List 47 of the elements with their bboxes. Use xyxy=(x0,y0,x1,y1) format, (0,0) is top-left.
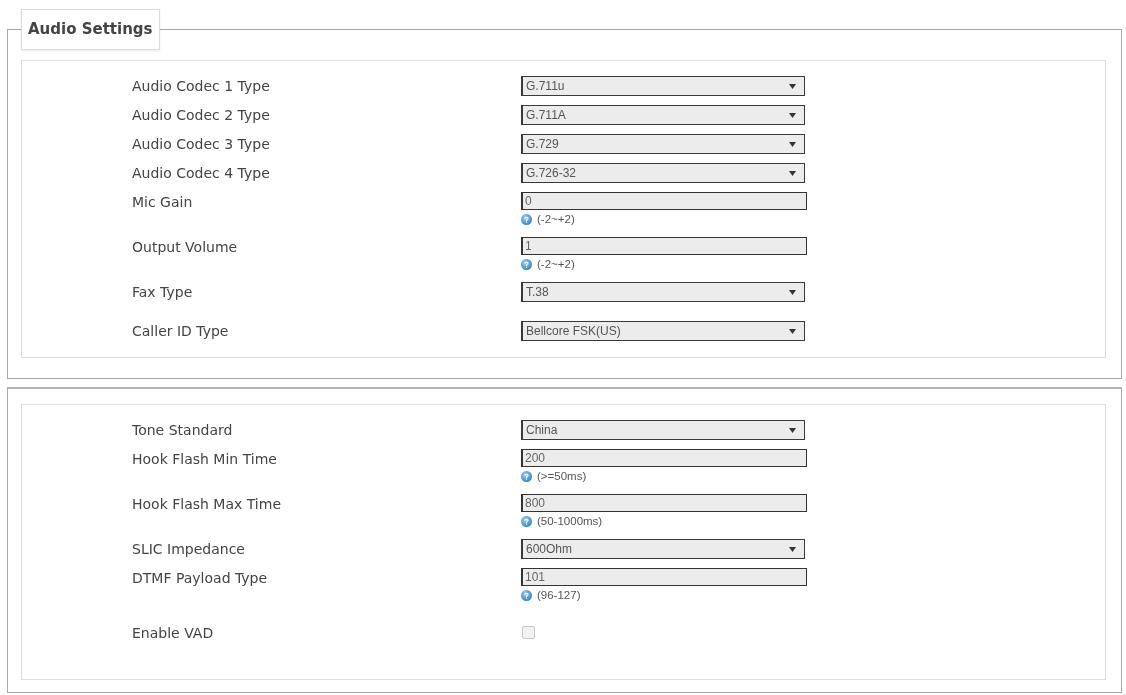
help-icon xyxy=(521,515,532,527)
dropdown[interactable]: G.726-32 xyxy=(521,163,805,183)
field-label: Audio Codec 2 Type xyxy=(132,106,270,125)
input-field[interactable]: 800 xyxy=(521,494,807,512)
input-field[interactable]: 200 xyxy=(521,449,807,467)
help-icon xyxy=(521,589,532,601)
field-label: Tone Standard xyxy=(132,421,233,440)
caret-icon xyxy=(789,112,796,118)
caret-icon xyxy=(789,546,796,552)
section-title: Audio Settings xyxy=(21,9,160,50)
hint-text: (50-1000ms) xyxy=(537,515,603,527)
help-icon xyxy=(521,258,532,270)
help-icon xyxy=(521,470,532,482)
field-label: Hook Flash Max Time xyxy=(132,495,281,514)
caret-icon xyxy=(789,427,796,433)
dropdown[interactable]: China xyxy=(521,420,805,440)
caret-icon xyxy=(789,141,796,147)
field-label: SLIC Impedance xyxy=(132,540,245,559)
field-label: Hook Flash Min Time xyxy=(132,450,277,469)
field-label: Audio Codec 1 Type xyxy=(132,77,270,96)
caret-icon xyxy=(789,289,796,295)
hint-text: (96-127) xyxy=(537,589,581,601)
caret-icon xyxy=(789,328,796,334)
input-field[interactable]: 101 xyxy=(521,568,807,586)
field-label: Fax Type xyxy=(132,283,193,302)
hint-text: (-2~+2) xyxy=(537,258,575,270)
hint-text: (>=50ms) xyxy=(537,470,587,482)
field-label: Mic Gain xyxy=(132,193,193,212)
field-label: Audio Codec 4 Type xyxy=(132,164,270,183)
field-label: Caller ID Type xyxy=(132,322,229,341)
dropdown[interactable]: Bellcore FSK(US) xyxy=(521,321,805,341)
caret-icon xyxy=(789,170,796,176)
help-icon xyxy=(521,213,532,225)
field-label: Output Volume xyxy=(132,238,238,257)
dropdown[interactable]: G.729 xyxy=(521,134,805,154)
dropdown[interactable]: G.711A xyxy=(521,105,805,125)
field-label: Enable VAD xyxy=(132,624,214,643)
input-field[interactable]: 0 xyxy=(521,192,807,210)
dropdown[interactable]: 600Ohm xyxy=(521,539,805,559)
field-label: Audio Codec 3 Type xyxy=(132,135,270,154)
hint-text: (-2~+2) xyxy=(537,213,575,225)
checkbox[interactable] xyxy=(522,626,535,639)
field-label: DTMF Payload Type xyxy=(132,569,268,588)
dropdown[interactable]: G.711u xyxy=(521,76,805,96)
caret-icon xyxy=(789,83,796,89)
dropdown[interactable]: T.38 xyxy=(521,282,805,302)
input-field[interactable]: 1 xyxy=(521,237,807,255)
